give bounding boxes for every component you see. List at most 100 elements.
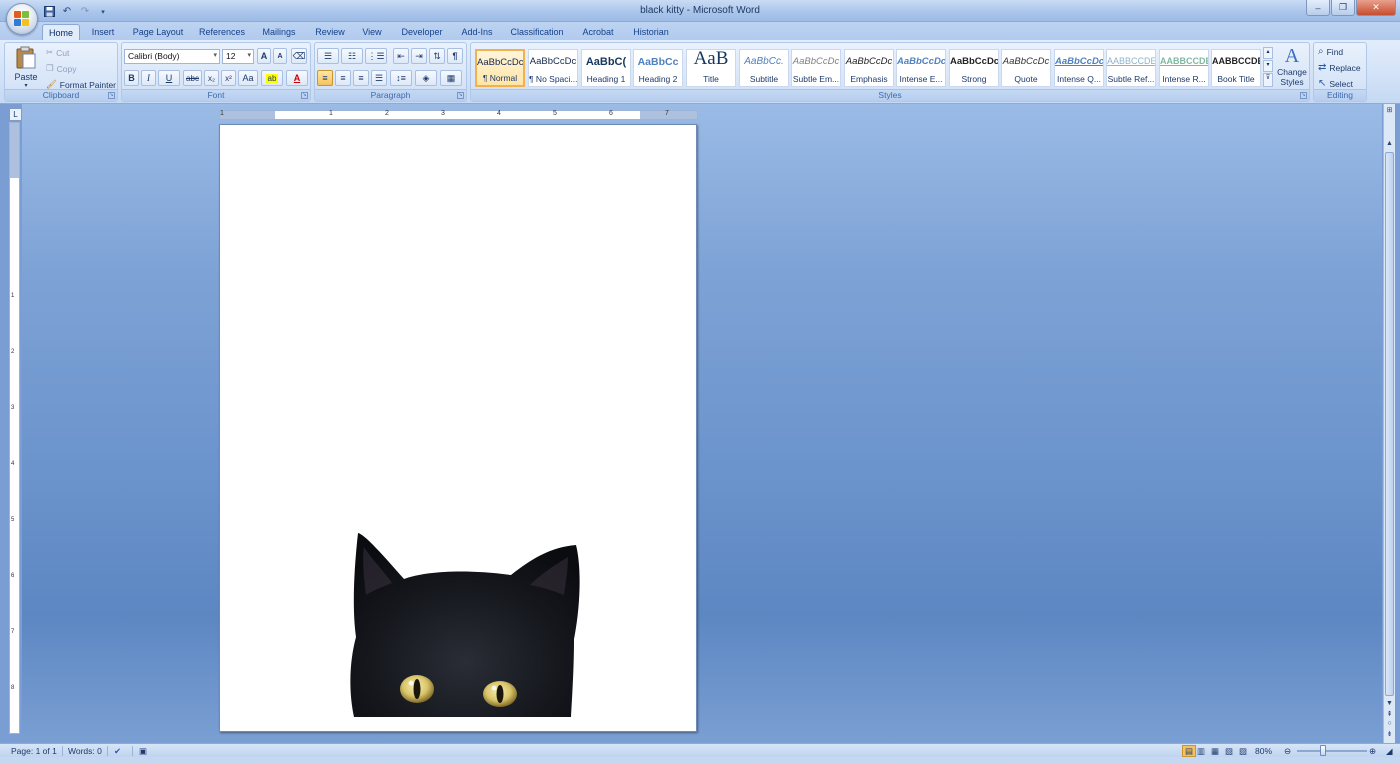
style-book-title[interactable]: AABBCCDE Book Title — [1211, 49, 1261, 87]
page-count[interactable]: Page: 1 of 1 — [11, 745, 57, 757]
draft-view-icon[interactable]: ▨ — [1239, 745, 1247, 757]
styles-scroll-up-icon[interactable]: ▴ — [1263, 47, 1273, 59]
zoom-slider-handle[interactable] — [1320, 745, 1326, 756]
zoom-level[interactable]: 80% — [1255, 745, 1272, 757]
tab-add-ins[interactable]: Add-Ins — [456, 24, 498, 40]
ruler-toggle-icon[interactable]: ⊞ — [1384, 106, 1395, 116]
superscript-button[interactable]: x² — [221, 70, 236, 86]
line-spacing-button[interactable]: ↕≡ — [390, 70, 412, 86]
scroll-down-icon[interactable]: ▼ — [1384, 700, 1395, 710]
tab-historian[interactable]: Historian — [628, 24, 674, 40]
scroll-up-icon[interactable]: ▲ — [1384, 140, 1395, 150]
style-quote[interactable]: AaBbCcDc Quote — [1001, 49, 1051, 87]
replace-button[interactable]: ⇄ Replace — [1318, 62, 1361, 73]
horizontal-ruler[interactable]: 1 1 2 3 4 5 6 7 — [219, 110, 698, 120]
select-browse-object-icon[interactable]: ○ — [1384, 720, 1395, 730]
shading-button[interactable]: ◈ — [415, 70, 437, 86]
paste-button[interactable]: Paste ▾ — [9, 45, 43, 89]
full-screen-reading-icon[interactable]: ▥ — [1197, 745, 1205, 757]
zoom-in-icon[interactable]: ⊕ — [1369, 745, 1376, 757]
clear-formatting-button[interactable]: ⌫ — [291, 48, 307, 64]
black-cat-image[interactable] — [346, 529, 586, 719]
document-page[interactable] — [219, 124, 697, 732]
style-intense-e[interactable]: AaBbCcDc Intense E... — [896, 49, 946, 87]
tab-mailings[interactable]: Mailings — [256, 24, 302, 40]
bullets-button[interactable]: ☰ — [317, 48, 339, 64]
style-subtle-em[interactable]: AaBbCcDc Subtle Em... — [791, 49, 841, 87]
bold-button[interactable]: B — [124, 70, 139, 86]
highlight-button[interactable]: ab — [261, 70, 283, 86]
previous-page-icon[interactable]: ⇞ — [1384, 710, 1395, 720]
style-title[interactable]: AaB Title — [686, 48, 736, 87]
copy-button[interactable]: ❐ Copy — [46, 63, 76, 74]
grow-font-button[interactable]: A — [257, 48, 271, 64]
tab-selector-icon[interactable]: L — [9, 108, 22, 121]
paragraph-launcher-icon[interactable]: ↘ — [457, 92, 464, 99]
tab-view[interactable]: View — [357, 24, 387, 40]
tab-insert[interactable]: Insert — [86, 24, 120, 40]
minimize-button[interactable]: – — [1306, 0, 1330, 16]
font-size-combo[interactable]: 12 — [222, 49, 254, 64]
font-color-button[interactable]: A — [286, 70, 308, 86]
shrink-font-button[interactable]: A — [273, 48, 287, 64]
font-name-combo[interactable]: Calibri (Body) — [124, 49, 220, 64]
numbering-button[interactable]: ☷ — [341, 48, 363, 64]
show-marks-button[interactable]: ¶ — [447, 48, 463, 64]
close-button[interactable]: ✕ — [1356, 0, 1396, 16]
align-right-button[interactable]: ≡ — [353, 70, 369, 86]
borders-button[interactable]: ▦ — [440, 70, 462, 86]
tab-page-layout[interactable]: Page Layout — [128, 24, 188, 40]
style-intense-r[interactable]: AABBCCDE Intense R... — [1159, 49, 1209, 87]
print-layout-view-icon[interactable]: ▤ — [1182, 745, 1197, 757]
tab-classification[interactable]: Classification — [506, 24, 568, 40]
zoom-slider-track[interactable] — [1297, 750, 1367, 752]
outline-view-icon[interactable]: ▧ — [1225, 745, 1233, 757]
select-button[interactable]: ↖ Select — [1318, 78, 1353, 89]
styles-more-icon[interactable]: ⊽ — [1263, 73, 1273, 87]
sort-button[interactable]: ⇅ — [429, 48, 445, 64]
scroll-thumb[interactable] — [1385, 152, 1394, 696]
change-styles-button[interactable]: A Change Styles — [1275, 45, 1309, 89]
italic-button[interactable]: I — [141, 70, 156, 86]
style-subtitle[interactable]: AaBbCc. Subtitle — [739, 49, 789, 87]
style-subtle-ref[interactable]: AABBCCDE Subtle Ref... — [1106, 49, 1156, 87]
clipboard-launcher-icon[interactable]: ↘ — [108, 92, 115, 99]
web-layout-icon[interactable]: ▦ — [1211, 745, 1219, 757]
tab-review[interactable]: Review — [310, 24, 350, 40]
office-button[interactable] — [6, 3, 38, 35]
multilevel-list-button[interactable]: ⋮☰ — [365, 48, 387, 64]
style-heading-1[interactable]: AaBbC(Heading 1 — [581, 49, 631, 87]
styles-scroll-down-icon[interactable]: ▾ — [1263, 60, 1273, 72]
vertical-scrollbar[interactable]: ⊞ ▲ ▼ ⇞ ○ ⇟ — [1383, 104, 1395, 743]
decrease-indent-button[interactable]: ⇤ — [393, 48, 409, 64]
font-launcher-icon[interactable]: ↘ — [301, 92, 308, 99]
style-heading-2[interactable]: AaBbCc Heading 2 — [633, 49, 683, 87]
styles-launcher-icon[interactable]: ↘ — [1300, 92, 1307, 99]
cut-button[interactable]: ✂ Cut — [46, 47, 69, 58]
style-intense-q[interactable]: AaBbCcDc Intense Q... — [1054, 49, 1104, 87]
next-page-icon[interactable]: ⇟ — [1384, 730, 1395, 740]
tab-developer[interactable]: Developer — [396, 24, 448, 40]
subscript-button[interactable]: x₂ — [204, 70, 219, 86]
proofing-icon[interactable]: ✔ — [114, 745, 121, 757]
style-no-spaci[interactable]: AaBbCcDc ¶ No Spaci... — [528, 49, 578, 87]
vertical-ruler[interactable]: 1 2 3 4 5 6 7 8 — [9, 122, 20, 734]
justify-button[interactable]: ☰ — [371, 70, 387, 86]
style-emphasis[interactable]: AaBbCcDc Emphasis — [844, 49, 894, 87]
resize-grip-icon[interactable]: ◢ — [1386, 745, 1393, 757]
tab-references[interactable]: References — [194, 24, 250, 40]
align-center-button[interactable]: ≡ — [335, 70, 351, 86]
style-normal[interactable]: AaBbCcDc ¶ Normal — [475, 49, 525, 87]
underline-button[interactable]: U — [158, 70, 180, 86]
tab-home[interactable]: Home — [42, 24, 80, 40]
find-button[interactable]: ⌕ Find — [1318, 46, 1343, 57]
macro-record-icon[interactable]: ▣ — [139, 745, 147, 757]
paste-dropdown-icon[interactable]: ▾ — [9, 82, 43, 89]
word-count[interactable]: Words: 0 — [68, 745, 102, 757]
zoom-out-icon[interactable]: ⊖ — [1284, 745, 1291, 757]
tab-acrobat[interactable]: Acrobat — [576, 24, 620, 40]
maximize-button[interactable]: ❐ — [1331, 0, 1355, 16]
align-left-button[interactable]: ≡ — [317, 70, 333, 86]
increase-indent-button[interactable]: ⇥ — [411, 48, 427, 64]
change-case-button[interactable]: Aa — [238, 70, 258, 86]
